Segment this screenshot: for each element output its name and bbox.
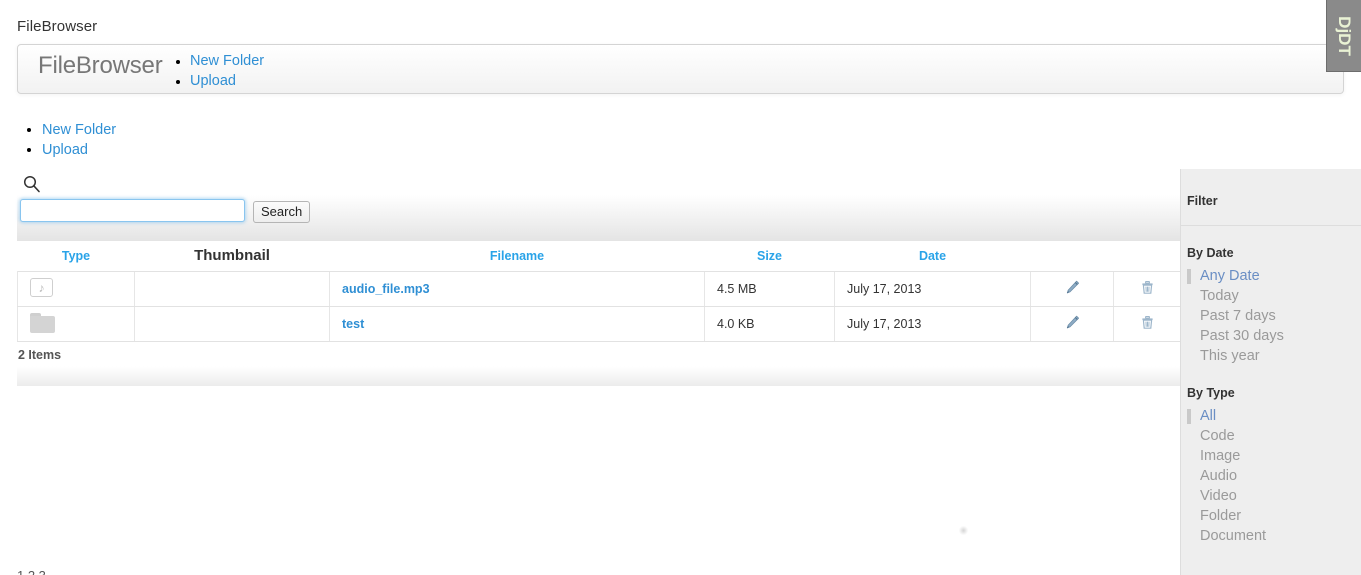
pencil-icon[interactable] [1064, 279, 1081, 296]
loading-spinner-dot [959, 526, 968, 535]
cell-date: July 17, 2013 [834, 271, 1031, 307]
filter-option-all[interactable]: All [1187, 406, 1361, 426]
filter-options-by-date: Any Date Today Past 7 days Past 30 days … [1187, 266, 1361, 366]
table-row: test 4.0 KB July 17, 2013 [17, 306, 1181, 342]
navbar-item-upload[interactable]: Upload [190, 71, 264, 91]
table-header-row: Type Thumbnail Filename Size Date [17, 241, 1181, 272]
action-item-upload[interactable]: Upload [42, 140, 116, 160]
table-row: ♪ audio_file.mp3 4.5 MB July 17, 2013 [17, 271, 1181, 307]
cell-filename: test [329, 306, 705, 342]
cell-size: 4.0 KB [704, 306, 835, 342]
cell-delete[interactable] [1113, 271, 1181, 307]
search-button[interactable]: Search [253, 201, 311, 223]
filter-option-image[interactable]: Image [1187, 446, 1361, 466]
djdt-label: DjDT [1335, 15, 1354, 56]
sort-link-filename[interactable]: Filename [490, 249, 544, 263]
navbar-item-new-folder[interactable]: New Folder [190, 51, 264, 71]
filter-option-document[interactable]: Document [1187, 526, 1361, 546]
column-header-type[interactable]: Type [17, 241, 135, 272]
navbar-link-upload[interactable]: Upload [190, 73, 236, 89]
column-header-edit [1030, 241, 1114, 272]
cell-date: July 17, 2013 [834, 306, 1031, 342]
filter-panel-title: Filter [1187, 194, 1218, 208]
action-item-new-folder[interactable]: New Folder [42, 120, 116, 140]
cell-size: 4.5 MB [704, 271, 835, 307]
search-toolbar: Search [17, 169, 1180, 241]
search-icon [22, 174, 42, 194]
cell-filename: audio_file.mp3 [329, 271, 705, 307]
column-header-thumbnail: Thumbnail [134, 241, 330, 272]
filter-option-any-date[interactable]: Any Date [1187, 266, 1361, 286]
cell-thumbnail [134, 306, 330, 342]
filter-option-past-30-days[interactable]: Past 30 days [1187, 326, 1361, 346]
filter-options-by-type: All Code Image Audio Video Folder Docume… [1187, 406, 1361, 546]
filter-group-heading-by-type: By Type [1187, 386, 1235, 400]
filter-option-past-7-days[interactable]: Past 7 days [1187, 306, 1361, 326]
filter-option-folder[interactable]: Folder [1187, 506, 1361, 526]
file-link[interactable]: audio_file.mp3 [342, 282, 430, 296]
cell-edit[interactable] [1030, 306, 1114, 342]
filter-panel: Filter By Date Any Date Today Past 7 day… [1180, 169, 1361, 575]
cell-type [17, 306, 135, 342]
filter-option-audio[interactable]: Audio [1187, 466, 1361, 486]
file-table: Type Thumbnail Filename Size Date ♪ audi… [17, 241, 1181, 342]
audio-file-icon: ♪ [30, 278, 53, 297]
filter-group-by-type: By Type All Code Image Audio Video Folde… [1181, 366, 1361, 546]
filter-option-today[interactable]: Today [1187, 286, 1361, 306]
cell-delete[interactable] [1113, 306, 1181, 342]
column-header-filename[interactable]: Filename [329, 241, 705, 272]
filter-option-video[interactable]: Video [1187, 486, 1361, 506]
file-browser-panel: Search Type Thumbnail Filename Size Date… [17, 169, 1181, 397]
sort-link-type[interactable]: Type [62, 249, 90, 263]
cropped-bottom-text: 1 2 3 [17, 568, 46, 575]
filebrowser-page: FileBrowser FileBrowser New Folder Uploa… [0, 0, 1361, 575]
filter-group-heading-by-date: By Date [1187, 246, 1234, 260]
cell-type: ♪ [17, 271, 135, 307]
filter-option-this-year[interactable]: This year [1187, 346, 1361, 366]
navbar-link-new-folder[interactable]: New Folder [190, 53, 264, 69]
action-list: New Folder Upload [24, 120, 116, 160]
filter-group-by-date: By Date Any Date Today Past 7 days Past … [1181, 226, 1361, 366]
trash-icon[interactable] [1139, 279, 1156, 296]
folder-icon [30, 312, 55, 333]
table-footer: 2 Items [17, 342, 1180, 386]
item-count: 2 Items [18, 348, 62, 362]
filter-panel-header: Filter [1181, 169, 1361, 226]
column-header-size[interactable]: Size [704, 241, 835, 272]
navbar: FileBrowser New Folder Upload [17, 44, 1344, 94]
trash-icon[interactable] [1139, 314, 1156, 331]
cell-edit[interactable] [1030, 271, 1114, 307]
filter-option-code[interactable]: Code [1187, 426, 1361, 446]
brand-title: FileBrowser [38, 52, 163, 79]
action-link-new-folder[interactable]: New Folder [42, 122, 116, 138]
search-input[interactable] [20, 199, 245, 222]
sort-link-size[interactable]: Size [757, 249, 782, 263]
column-header-delete [1113, 241, 1181, 272]
pencil-icon[interactable] [1064, 314, 1081, 331]
file-link[interactable]: test [342, 317, 364, 331]
page-title: FileBrowser [17, 18, 98, 35]
column-header-date[interactable]: Date [834, 241, 1031, 272]
navbar-links: New Folder Upload [173, 51, 264, 91]
action-link-upload[interactable]: Upload [42, 142, 88, 158]
sort-link-date[interactable]: Date [919, 249, 946, 263]
django-debug-toolbar-handle[interactable]: DjDT [1326, 0, 1361, 72]
cell-thumbnail [134, 271, 330, 307]
